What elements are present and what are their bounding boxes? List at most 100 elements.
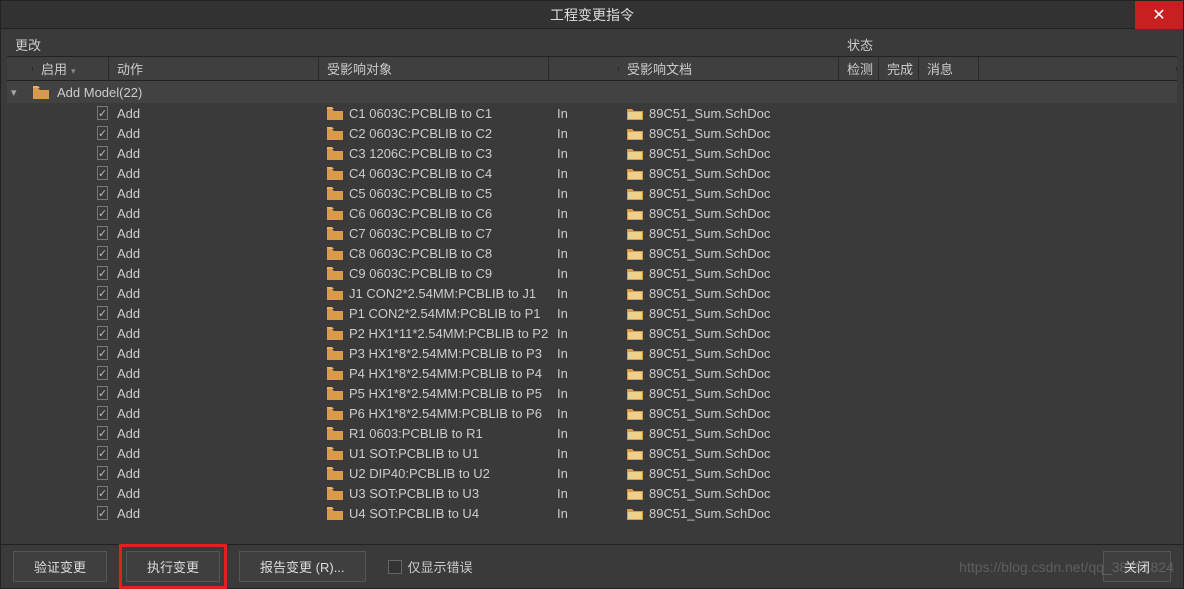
group-label: Add Model(22) [57,85,142,100]
cell-in: In [549,385,619,402]
table-row[interactable]: ✓AddC9 0603C:PCBLIB to C9In89C51_Sum.Sch… [7,263,1177,283]
doc-text: 89C51_Sum.SchDoc [649,226,770,241]
close-button[interactable]: ✕ [1135,1,1183,29]
cell-spacer [979,372,1177,374]
cell-expand [7,352,33,354]
validate-button[interactable]: 验证变更 [13,551,107,582]
doc-text: 89C51_Sum.SchDoc [649,266,770,281]
table-row[interactable]: ✓AddP5 HX1*8*2.54MM:PCBLIB to P5In89C51_… [7,383,1177,403]
cell-detect [839,112,879,114]
document-icon [627,307,643,320]
cell-done [879,312,919,314]
table-row[interactable]: ✓AddP4 HX1*8*2.54MM:PCBLIB to P4In89C51_… [7,363,1177,383]
doc-text: 89C51_Sum.SchDoc [649,386,770,401]
folder-icon [327,247,343,260]
enable-checkbox[interactable]: ✓ [97,326,108,340]
execute-button[interactable]: 执行变更 [126,551,220,582]
enable-checkbox[interactable]: ✓ [97,386,108,400]
doc-text: 89C51_Sum.SchDoc [649,166,770,181]
enable-checkbox[interactable]: ✓ [97,306,108,320]
close-footer-button[interactable]: 关闭 [1103,551,1171,582]
enable-checkbox[interactable]: ✓ [97,406,108,420]
col-action[interactable]: 动作 [109,57,319,80]
enable-checkbox[interactable]: ✓ [97,166,108,180]
grid-body[interactable]: ▾ Add Model(22) ✓AddC1 0603C:PCBLIB to C… [7,81,1177,544]
enable-checkbox[interactable]: ✓ [97,346,108,360]
report-button[interactable]: 报告变更 (R)... [239,551,366,582]
table-row[interactable]: ✓AddR1 0603:PCBLIB to R1In89C51_Sum.SchD… [7,423,1177,443]
enable-checkbox[interactable]: ✓ [97,446,108,460]
folder-icon [327,427,343,440]
enable-checkbox[interactable]: ✓ [97,246,108,260]
table-row[interactable]: ✓AddC7 0603C:PCBLIB to C7In89C51_Sum.Sch… [7,223,1177,243]
cell-doc: 89C51_Sum.SchDoc [619,405,839,422]
cell-action: Add [109,305,319,322]
col-enable[interactable]: 启用▾ [33,57,109,80]
cell-object: U4 SOT:PCBLIB to U4 [319,505,549,522]
cell-expand [7,372,33,374]
enable-checkbox[interactable]: ✓ [97,366,108,380]
table-row[interactable]: ✓AddP2 HX1*11*2.54MM:PCBLIB to P2In89C51… [7,323,1177,343]
col-message[interactable]: 消息 [919,57,979,80]
col-object[interactable]: 受影响对象 [319,57,549,80]
table-row[interactable]: ✓AddU1 SOT:PCBLIB to U1In89C51_Sum.SchDo… [7,443,1177,463]
folder-icon [327,367,343,380]
cell-action: Add [109,165,319,182]
cell-detect [839,232,879,234]
table-row[interactable]: ✓AddC2 0603C:PCBLIB to C2In89C51_Sum.Sch… [7,123,1177,143]
col-document[interactable]: 受影响文档 [619,57,839,80]
cell-done [879,232,919,234]
folder-icon [327,147,343,160]
col-detect[interactable]: 检测 [839,57,879,80]
enable-checkbox[interactable]: ✓ [97,486,108,500]
object-text: P3 HX1*8*2.54MM:PCBLIB to P3 [349,346,542,361]
enable-checkbox[interactable]: ✓ [97,106,108,120]
cell-enable: ✓ [33,405,109,421]
enable-checkbox[interactable]: ✓ [97,186,108,200]
table-row[interactable]: ✓AddU3 SOT:PCBLIB to U3In89C51_Sum.SchDo… [7,483,1177,503]
enable-checkbox[interactable]: ✓ [97,426,108,440]
only-errors-checkbox[interactable]: 仅显示错误 [388,557,473,576]
enable-checkbox[interactable]: ✓ [97,146,108,160]
enable-checkbox[interactable]: ✓ [97,266,108,280]
table-row[interactable]: ✓AddC5 0603C:PCBLIB to C5In89C51_Sum.Sch… [7,183,1177,203]
cell-doc: 89C51_Sum.SchDoc [619,305,839,322]
cell-enable: ✓ [33,485,109,501]
cell-doc: 89C51_Sum.SchDoc [619,485,839,502]
enable-checkbox[interactable]: ✓ [97,226,108,240]
cell-spacer [979,152,1177,154]
table-row[interactable]: ✓AddC3 1206C:PCBLIB to C3In89C51_Sum.Sch… [7,143,1177,163]
table-row[interactable]: ✓AddP3 HX1*8*2.54MM:PCBLIB to P3In89C51_… [7,343,1177,363]
table-row[interactable]: ✓AddJ1 CON2*2.54MM:PCBLIB to J1In89C51_S… [7,283,1177,303]
cell-doc: 89C51_Sum.SchDoc [619,265,839,282]
table-row[interactable]: ✓AddC4 0603C:PCBLIB to C4In89C51_Sum.Sch… [7,163,1177,183]
col-done[interactable]: 完成 [879,57,919,80]
enable-checkbox[interactable]: ✓ [97,466,108,480]
table-row[interactable]: ✓AddU4 SOT:PCBLIB to U4In89C51_Sum.SchDo… [7,503,1177,523]
table-row[interactable]: ✓AddC6 0603C:PCBLIB to C6In89C51_Sum.Sch… [7,203,1177,223]
col-spacer [979,67,1177,71]
table-row[interactable]: ✓AddC8 0603C:PCBLIB to C8In89C51_Sum.Sch… [7,243,1177,263]
enable-checkbox[interactable]: ✓ [97,286,108,300]
group-row[interactable]: ▾ Add Model(22) [7,81,1177,103]
collapse-icon[interactable]: ▾ [11,86,21,99]
cell-action: Add [109,185,319,202]
enable-checkbox[interactable]: ✓ [97,506,108,520]
table-row[interactable]: ✓AddU2 DIP40:PCBLIB to U2In89C51_Sum.Sch… [7,463,1177,483]
cell-in: In [549,305,619,322]
folder-icon [327,227,343,240]
cell-detect [839,432,879,434]
cell-done [879,212,919,214]
cell-doc: 89C51_Sum.SchDoc [619,425,839,442]
table-row[interactable]: ✓AddP1 CON2*2.54MM:PCBLIB to P1In89C51_S… [7,303,1177,323]
cell-detect [839,332,879,334]
table-row[interactable]: ✓AddP6 HX1*8*2.54MM:PCBLIB to P6In89C51_… [7,403,1177,423]
enable-checkbox[interactable]: ✓ [97,126,108,140]
table-row[interactable]: ✓AddC1 0603C:PCBLIB to C1In89C51_Sum.Sch… [7,103,1177,123]
folder-icon [327,187,343,200]
enable-checkbox[interactable]: ✓ [97,206,108,220]
cell-in: In [549,325,619,342]
cell-detect [839,312,879,314]
document-icon [627,267,643,280]
folder-icon [33,86,49,99]
